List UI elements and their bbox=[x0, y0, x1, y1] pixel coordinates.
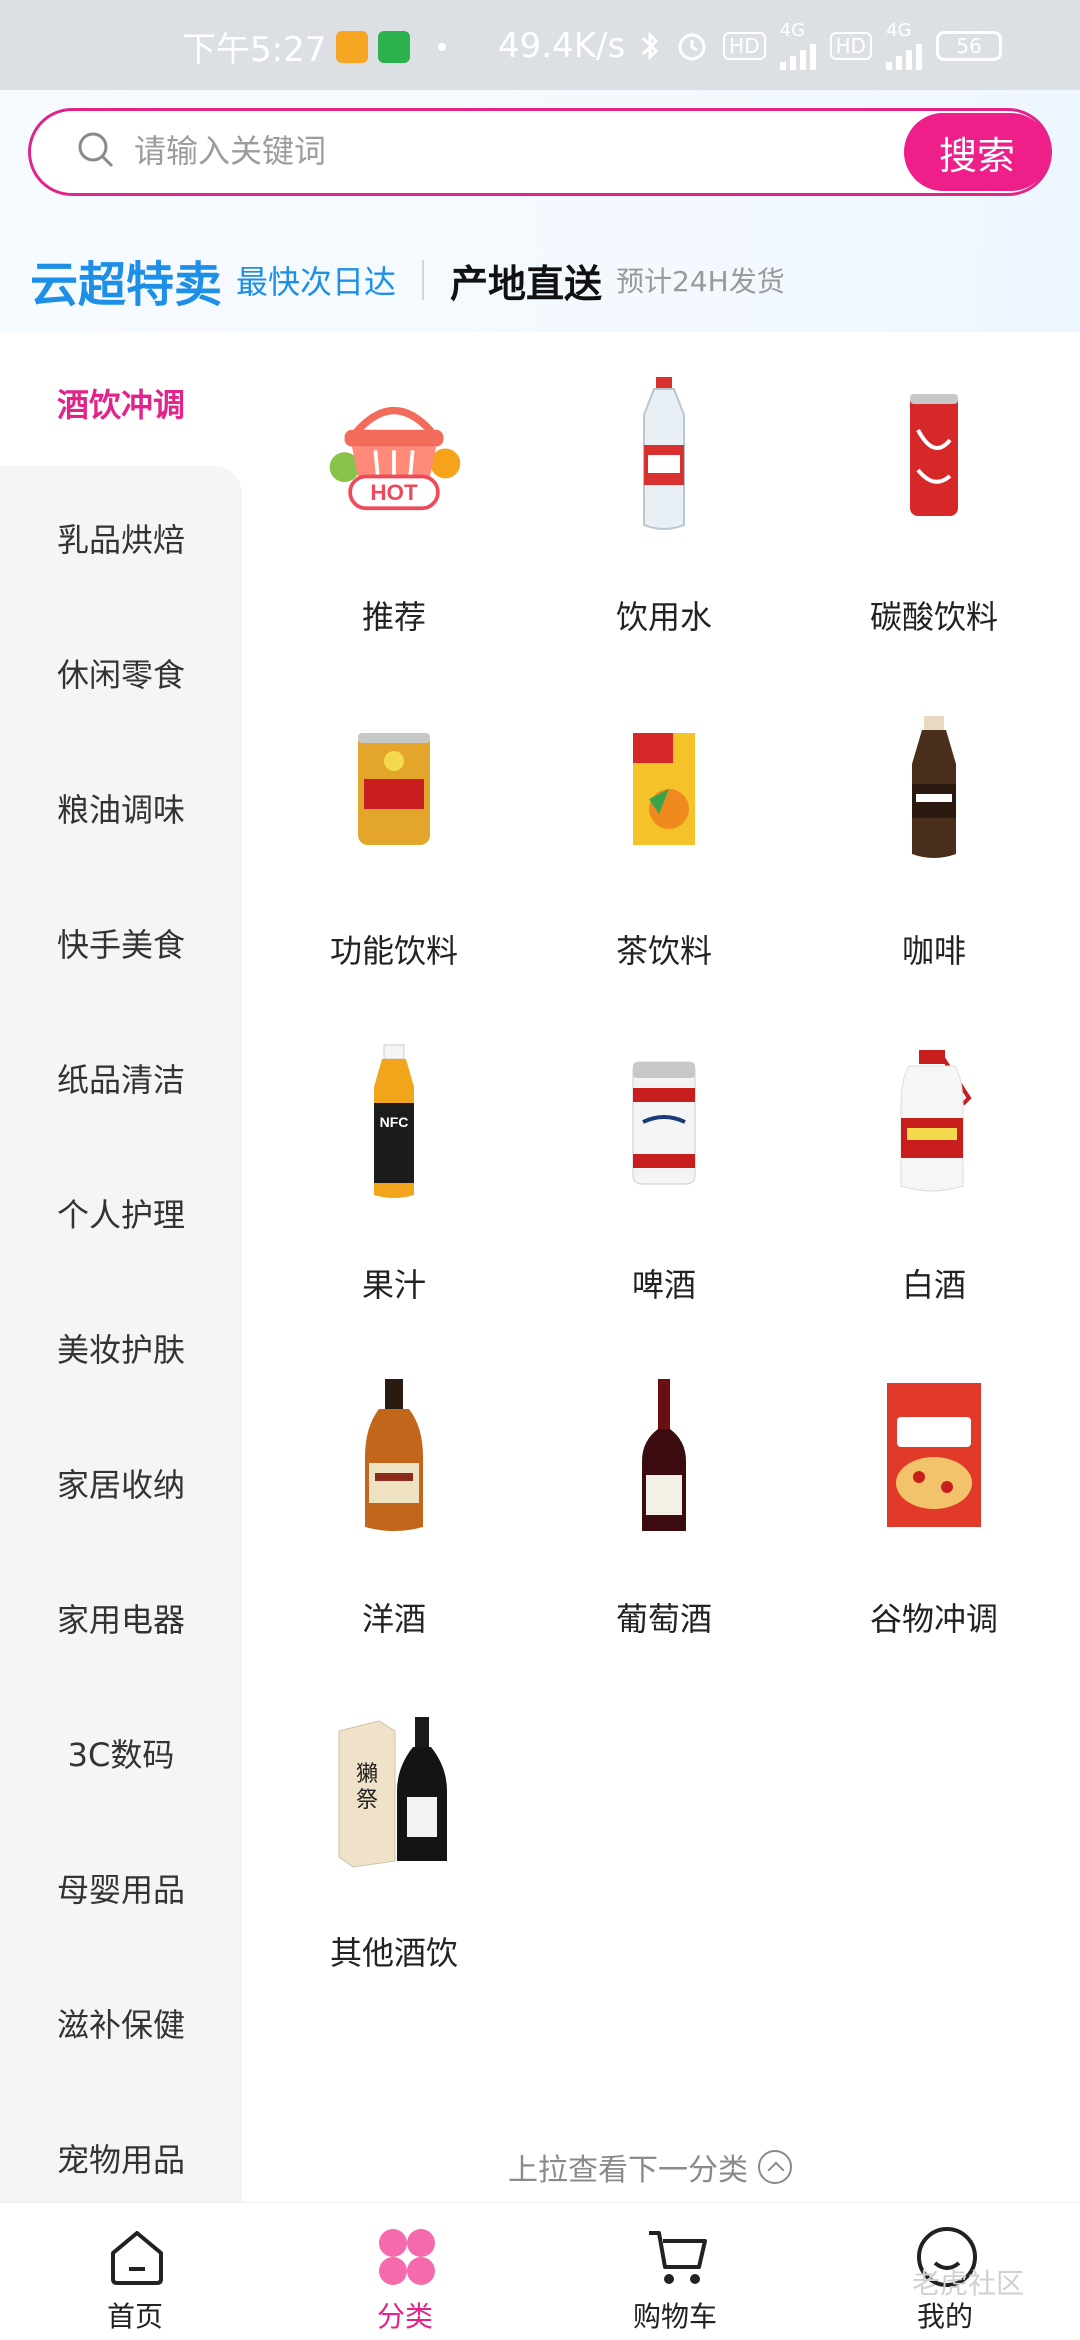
grid-item-energy[interactable]: 功能饮料 bbox=[279, 704, 509, 1004]
sidebar-item-snacks[interactable]: 休闲零食 bbox=[0, 633, 242, 713]
tea-box-icon bbox=[594, 704, 734, 874]
chevron-up-icon bbox=[758, 2150, 792, 2184]
battery-icon: 56 bbox=[936, 31, 1003, 61]
app-notification-icon bbox=[378, 30, 411, 63]
grid-item-recommend[interactable]: HOT 推荐 bbox=[279, 370, 509, 670]
network-speed: 49.4K/s bbox=[498, 26, 626, 66]
grid-item-label: 谷物冲调 bbox=[869, 1600, 998, 1638]
sidebar-item-dairy[interactable]: 乳品烘焙 bbox=[0, 498, 242, 578]
sidebar-item-pets[interactable]: 宠物用品 bbox=[0, 2118, 242, 2198]
hd-badge: HD bbox=[723, 32, 766, 60]
sake-bottle-icon: 獺 祭 bbox=[324, 1706, 464, 1876]
hot-basket-icon: HOT bbox=[324, 370, 464, 540]
status-bar: 下午5:27 49.4K/s HD 4G HD 4G 56 bbox=[0, 0, 1080, 90]
grid-item-label: 啤酒 bbox=[631, 1266, 696, 1304]
sidebar-item-quick-food[interactable]: 快手美食 bbox=[0, 903, 242, 983]
grid-item-cereal[interactable]: 谷物冲调 bbox=[819, 1372, 1049, 1672]
grid-item-label: 功能饮料 bbox=[329, 932, 458, 970]
tab-category[interactable]: 分类 bbox=[315, 2203, 495, 2340]
grid-item-beer[interactable]: 啤酒 bbox=[549, 1038, 779, 1338]
home-icon bbox=[111, 2231, 163, 2285]
grid-item-wine[interactable]: 葡萄酒 bbox=[549, 1372, 779, 1672]
tab-category-label: 分类 bbox=[376, 2300, 433, 2333]
promo-subtitle-fastest: 最快次日达 bbox=[236, 263, 397, 301]
grid-item-label: 碳酸饮料 bbox=[869, 598, 998, 636]
grid-item-juice[interactable]: NFC 果汁 bbox=[279, 1038, 509, 1338]
svg-text:祭: 祭 bbox=[356, 1788, 378, 1813]
grid-item-baijiu[interactable]: 白酒 bbox=[819, 1038, 1049, 1338]
grid-item-label: 葡萄酒 bbox=[615, 1600, 712, 1638]
tab-home-label: 首页 bbox=[106, 2300, 163, 2333]
signal-icon bbox=[779, 40, 816, 70]
search-button[interactable]: 搜索 bbox=[904, 113, 1050, 191]
whisky-bottle-icon bbox=[324, 1372, 464, 1542]
grid-item-label: 果汁 bbox=[361, 1266, 426, 1304]
status-time: 下午5:27 bbox=[182, 30, 327, 70]
tab-cart[interactable]: 购物车 bbox=[585, 2203, 765, 2340]
cart-icon bbox=[649, 2231, 707, 2284]
promo-divider bbox=[422, 260, 425, 300]
category-icon bbox=[379, 2229, 435, 2285]
pull-up-hint[interactable]: 上拉查看下一分类 bbox=[508, 2145, 792, 2189]
coffee-bottle-icon bbox=[864, 704, 1004, 874]
grid-item-tea[interactable]: 茶饮料 bbox=[549, 704, 779, 1004]
svg-text:獺: 獺 bbox=[356, 1762, 378, 1787]
grid-item-label: 茶饮料 bbox=[615, 932, 712, 970]
promo-title-yunchao: 云超特卖 bbox=[30, 257, 223, 313]
grid-item-label: 饮用水 bbox=[615, 598, 712, 636]
battery-level: 56 bbox=[956, 34, 982, 58]
sidebar-item-personal-care[interactable]: 个人护理 bbox=[0, 1173, 242, 1253]
sidebar-item-baby[interactable]: 母婴用品 bbox=[0, 1848, 242, 1928]
network-type-2: 4G bbox=[886, 20, 912, 41]
hd-badge-2: HD bbox=[829, 32, 873, 60]
cola-can-icon bbox=[864, 370, 1004, 540]
beer-can-icon bbox=[594, 1038, 734, 1208]
network-type: 4G bbox=[779, 20, 806, 41]
baijiu-bottle-icon bbox=[864, 1038, 1004, 1208]
sidebar-item-grain-oil[interactable]: 粮油调味 bbox=[0, 768, 242, 848]
hot-badge: HOT bbox=[370, 480, 418, 505]
grid-item-soda[interactable]: 碳酸饮料 bbox=[819, 370, 1049, 670]
watermark: 老虎社区 bbox=[912, 2267, 1025, 2300]
notification-icon bbox=[336, 30, 369, 63]
dot-icon bbox=[438, 42, 447, 51]
tab-home[interactable]: 首页 bbox=[45, 2203, 225, 2340]
sidebar-item-beauty[interactable]: 美妆护肤 bbox=[0, 1308, 242, 1388]
tab-cart-label: 购物车 bbox=[632, 2300, 717, 2333]
search-input[interactable] bbox=[134, 118, 774, 184]
sidebar-item-paper-cleaning[interactable]: 纸品清洁 bbox=[0, 1038, 242, 1118]
search-icon bbox=[78, 132, 114, 168]
grid-item-liquor[interactable]: 洋酒 bbox=[279, 1372, 509, 1672]
sidebar-item-home-storage[interactable]: 家居收纳 bbox=[0, 1443, 242, 1523]
promo-banner[interactable]: 云超特卖 最快次日达 产地直送 预计24H发货 bbox=[30, 245, 785, 315]
grid-item-label: 白酒 bbox=[901, 1266, 966, 1304]
promo-title-origin: 产地直送 bbox=[450, 261, 603, 306]
juice-bottle-icon: NFC bbox=[324, 1038, 464, 1208]
sidebar-item-health[interactable]: 滋补保健 bbox=[0, 1983, 242, 2063]
grid-item-other-liquor[interactable]: 獺 祭 其他酒饮 bbox=[279, 1706, 509, 2006]
svg-text:NFC: NFC bbox=[380, 1114, 409, 1130]
energy-drink-can-icon bbox=[324, 704, 464, 874]
grid-item-label: 推荐 bbox=[361, 598, 426, 636]
promo-subtitle-shipping: 预计24H发货 bbox=[616, 265, 785, 298]
alarm-icon bbox=[678, 33, 706, 61]
wine-bottle-icon bbox=[594, 1372, 734, 1542]
grid-item-coffee[interactable]: 咖啡 bbox=[819, 704, 1049, 1004]
grid-item-label: 咖啡 bbox=[901, 932, 966, 970]
sidebar-item-digital[interactable]: 3C数码 bbox=[0, 1713, 242, 1793]
grid-item-label: 洋酒 bbox=[361, 1600, 426, 1638]
signal-icon-2 bbox=[886, 40, 923, 70]
bluetooth-icon bbox=[642, 31, 659, 61]
sidebar-item-appliances[interactable]: 家用电器 bbox=[0, 1578, 242, 1658]
water-bottle-icon bbox=[594, 370, 734, 540]
cereal-bag-icon bbox=[864, 1372, 1004, 1542]
grid-item-label: 其他酒饮 bbox=[329, 1934, 458, 1972]
pull-up-text: 上拉查看下一分类 bbox=[508, 2153, 748, 2188]
grid-item-water[interactable]: 饮用水 bbox=[549, 370, 779, 670]
sidebar-item-drinks[interactable]: 酒饮冲调 bbox=[0, 363, 242, 443]
